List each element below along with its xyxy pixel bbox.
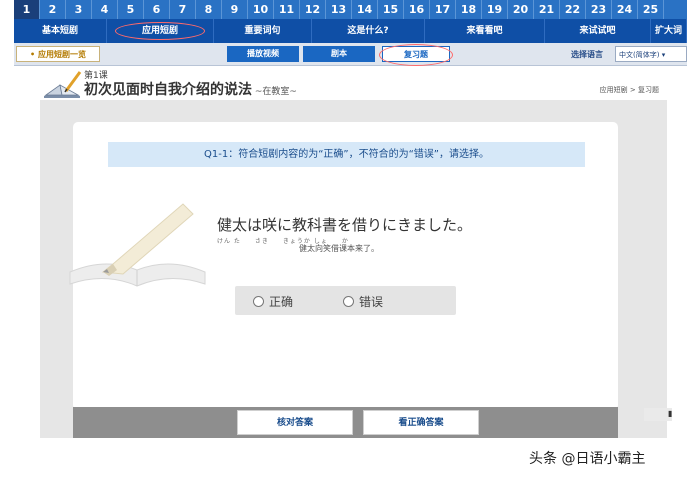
lesson-tab-19[interactable]: 19 bbox=[482, 0, 508, 19]
lesson-tab-5[interactable]: 5 bbox=[118, 0, 144, 19]
book-pencil-illustration bbox=[69, 203, 206, 287]
lesson-tab-4[interactable]: 4 bbox=[92, 0, 118, 19]
lesson-tab-8[interactable]: 8 bbox=[196, 0, 222, 19]
language-label: 选择语言 bbox=[571, 50, 603, 59]
answer-choices: 正确 错误 bbox=[235, 286, 456, 315]
book-pencil-icon bbox=[44, 71, 82, 98]
lesson-tab-12[interactable]: 12 bbox=[300, 0, 326, 19]
lesson-tab-16[interactable]: 16 bbox=[404, 0, 430, 19]
lesson-tab-1[interactable]: 1 bbox=[14, 0, 40, 19]
choice-wrong-label: 错误 bbox=[359, 295, 384, 309]
nav-item-4[interactable]: 这是什么? bbox=[312, 19, 425, 43]
action-bar: 核对答案 看正确答案 bbox=[73, 407, 618, 438]
breadcrumb: 应用短剧 > 复习题 bbox=[599, 86, 659, 94]
radio-wrong[interactable] bbox=[343, 296, 354, 307]
title-row: 第1课 初次见面时自我介绍的说法 ~在教室~ 应用短剧 > 复习题 bbox=[14, 66, 687, 102]
lesson-tab-23[interactable]: 23 bbox=[586, 0, 612, 19]
highlight-circle bbox=[379, 44, 453, 66]
question-prompt: Q1-1：符合短剧内容的为“正确”，不符合的为“错误”，请选择。 bbox=[108, 142, 585, 167]
lesson-number-strip: 1 2 3 4 5 6 7 8 9 10 11 12 13 14 15 16 17 18 19 20 21 22 23 24 2… bbox=[14, 0, 687, 19]
lesson-tab-2[interactable]: 2 bbox=[40, 0, 66, 19]
lesson-tab-15[interactable]: 15 bbox=[378, 0, 404, 19]
lesson-tab-11[interactable]: 11 bbox=[274, 0, 300, 19]
nav-item-5[interactable]: 来看看吧 bbox=[425, 19, 545, 43]
side-tab-glyph: ▮ bbox=[668, 409, 673, 418]
language-value: 中文(简体字) bbox=[619, 51, 660, 59]
tab-play-video[interactable]: 播放视频 bbox=[227, 46, 299, 62]
nav-item-1[interactable]: 基本短剧 bbox=[14, 19, 107, 43]
page-title-main: 初次见面时自我介绍的说法 bbox=[84, 82, 252, 98]
page-title-sub: ~在教室~ bbox=[252, 87, 297, 97]
nav-item-2[interactable]: 应用短剧 bbox=[107, 19, 214, 43]
watermark: 头条 @日语小霸主 bbox=[529, 451, 646, 467]
lesson-tab-21[interactable]: 21 bbox=[534, 0, 560, 19]
language-select[interactable]: 中文(简体字) ▾ bbox=[615, 46, 687, 62]
nav-item-3[interactable]: 重要词句 bbox=[214, 19, 312, 43]
sub-nav: • 应用短剧一览 播放视频 剧本 复习题 选择语言 中文(简体字) ▾ bbox=[14, 43, 687, 66]
show-correct-answer-button[interactable]: 看正确答案 bbox=[363, 410, 479, 435]
check-answer-button[interactable]: 核对答案 bbox=[237, 410, 353, 435]
lesson-tab-3[interactable]: 3 bbox=[66, 0, 92, 19]
lesson-tab-24[interactable]: 24 bbox=[612, 0, 638, 19]
side-tab[interactable]: ▮ bbox=[644, 408, 672, 421]
nav-item-7[interactable]: 扩大词语 bbox=[651, 19, 687, 60]
sentence-translation: 健太向笑借课本来了。 bbox=[299, 244, 379, 253]
choice-correct-label: 正确 bbox=[269, 295, 294, 309]
choice-wrong[interactable]: 错误 bbox=[343, 293, 383, 310]
content-area: Q1-1：符合短剧内容的为“正确”，不符合的为“错误”，请选择。 健太は咲に教科… bbox=[40, 100, 667, 438]
lesson-tab-14[interactable]: 14 bbox=[352, 0, 378, 19]
lesson-tab-25[interactable]: 25 bbox=[638, 0, 664, 19]
main-nav: 基本短剧应用短剧重要词句这是什么?来看看吧来试试吧扩大词语 bbox=[14, 19, 687, 60]
question-card: Q1-1：符合短剧内容的为“正确”，不符合的为“错误”，请选择。 健太は咲に教科… bbox=[69, 122, 618, 410]
radio-correct[interactable] bbox=[253, 296, 264, 307]
tab-script[interactable]: 剧本 bbox=[303, 46, 375, 62]
lesson-tab-20[interactable]: 20 bbox=[508, 0, 534, 19]
nav-item-6[interactable]: 来试试吧 bbox=[545, 19, 651, 43]
page-title: 初次见面时自我介绍的说法 ~在教室~ bbox=[84, 79, 297, 99]
lesson-tab-18[interactable]: 18 bbox=[456, 0, 482, 19]
choice-correct[interactable]: 正确 bbox=[253, 293, 293, 310]
lesson-tab-22[interactable]: 22 bbox=[560, 0, 586, 19]
lesson-tab-13[interactable]: 13 bbox=[326, 0, 352, 19]
app-window: 1 2 3 4 5 6 7 8 9 10 11 12 13 14 15 16 17 18 19 20 21 22 23 24 2… bbox=[14, 0, 687, 448]
japanese-sentence: 健太は咲に教科書を借りにきました。 bbox=[217, 216, 473, 234]
lesson-tab-10[interactable]: 10 bbox=[248, 0, 274, 19]
lesson-tab-6[interactable]: 6 bbox=[144, 0, 170, 19]
lesson-tab-7[interactable]: 7 bbox=[170, 0, 196, 19]
chevron-down-icon: ▾ bbox=[659, 51, 666, 59]
lesson-tab-9[interactable]: 9 bbox=[222, 0, 248, 19]
lesson-tab-17[interactable]: 17 bbox=[430, 0, 456, 19]
short-drama-list-link[interactable]: • 应用短剧一览 bbox=[16, 46, 100, 62]
